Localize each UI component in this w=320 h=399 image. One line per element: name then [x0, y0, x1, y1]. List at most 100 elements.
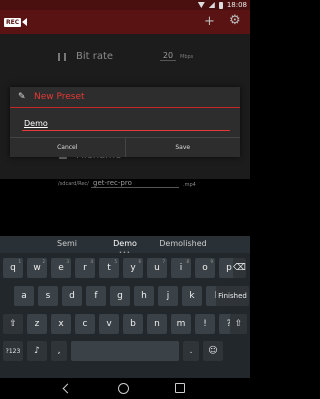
save-button[interactable]: Save: [124, 138, 241, 157]
status-time: 18:08: [226, 1, 247, 9]
path-row: /sdcard/Rec/ get-rec-pro .mp4: [0, 178, 250, 192]
key-label: b: [130, 319, 136, 329]
wifi-icon: [197, 2, 205, 8]
bitrate-unit: Mbps: [180, 54, 194, 60]
space-key[interactable]: [71, 341, 179, 361]
key-label: Finished: [218, 292, 247, 300]
key-s[interactable]: s: [38, 286, 58, 306]
key-label: h: [141, 291, 147, 301]
key-hint: 5: [114, 259, 117, 264]
key-label: ♪: [34, 346, 40, 356]
key-hint: 8: [186, 259, 189, 264]
dialog-buttons: Cancel Save: [10, 137, 240, 157]
shift-key[interactable]: ⇧: [3, 314, 23, 334]
suggestion-item[interactable]: Semi: [47, 239, 87, 248]
key-hint: 2: [42, 259, 45, 264]
key-w[interactable]: w2: [27, 258, 47, 278]
key-label: m: [176, 319, 186, 329]
key-label: ?123: [5, 347, 21, 355]
key-b[interactable]: b: [123, 314, 143, 334]
key-o[interactable]: o9: [195, 258, 215, 278]
key-label: g: [117, 291, 123, 301]
key-f[interactable]: f: [86, 286, 106, 306]
bitrate-label: Bit rate: [76, 51, 114, 62]
home-icon[interactable]: [118, 383, 129, 394]
key-label: .: [189, 346, 193, 356]
key-label: ⇧: [9, 319, 17, 329]
key-i[interactable]: i8: [171, 258, 191, 278]
key-t[interactable]: t5: [99, 258, 119, 278]
key-e[interactable]: e3: [51, 258, 71, 278]
key-k[interactable]: k: [182, 286, 202, 306]
path-prefix: /sdcard/Rec/: [58, 181, 89, 187]
dialog-header: ✎ New Preset: [10, 87, 240, 108]
key-label: p: [226, 263, 232, 273]
bitrate-input[interactable]: 20: [160, 51, 176, 61]
back-icon[interactable]: [62, 383, 73, 394]
key-hint: 1: [18, 259, 21, 264]
key-r[interactable]: r4: [75, 258, 95, 278]
key-hint: 6: [138, 259, 141, 264]
key-h[interactable]: h: [134, 286, 154, 306]
suggestion-dots: •••: [119, 250, 131, 256]
key-c[interactable]: c: [75, 314, 95, 334]
key-m[interactable]: m: [171, 314, 191, 334]
backspace-key[interactable]: ⌫: [233, 258, 246, 278]
soft-keyboard: Semi Demo Demolished ••• q1w2e3r4t5y6u7i…: [0, 236, 250, 378]
camera-icon: [22, 18, 28, 26]
preset-name-input[interactable]: Demo: [22, 118, 230, 131]
comma-key[interactable]: ,: [51, 341, 67, 361]
key-y[interactable]: y6: [123, 258, 143, 278]
key-label: c: [82, 319, 88, 329]
key-z[interactable]: z: [27, 314, 47, 334]
key-label: ,: [57, 346, 61, 356]
battery-icon: [218, 1, 223, 9]
key-label: !: [203, 319, 207, 329]
key-exclamation[interactable]: !: [195, 314, 215, 334]
filename-input[interactable]: get-rec-pro: [91, 179, 179, 188]
status-bar: 18:08: [0, 0, 250, 10]
key-label: d: [69, 291, 75, 301]
preset-name-text: Demo: [24, 119, 48, 128]
key-label: f: [94, 291, 98, 301]
key-q[interactable]: q1: [3, 258, 23, 278]
key-g[interactable]: g: [110, 286, 130, 306]
key-n[interactable]: n: [147, 314, 167, 334]
key-label: e: [58, 263, 64, 273]
key-label: v: [106, 319, 112, 329]
add-icon[interactable]: +: [204, 15, 215, 28]
nav-bar: [0, 378, 250, 399]
key-hint: 9: [210, 259, 213, 264]
key-label: q: [10, 263, 16, 273]
suggestion-item[interactable]: Demo: [105, 239, 145, 248]
emoji-key[interactable]: ☺: [203, 341, 223, 361]
period-key[interactable]: .: [183, 341, 199, 361]
key-label: x: [58, 319, 64, 329]
dialog-title: New Preset: [34, 92, 85, 102]
finished-key[interactable]: Finished: [216, 286, 249, 306]
settings-gear-icon[interactable]: ⚙: [229, 14, 241, 28]
mic-key[interactable]: ♪: [27, 341, 47, 361]
key-label: k: [189, 291, 195, 301]
key-label: o: [202, 263, 208, 273]
key-label: ☺: [208, 346, 218, 356]
key-j[interactable]: j: [158, 286, 178, 306]
key-label: s: [45, 291, 51, 301]
pencil-icon: ✎: [18, 92, 26, 102]
key-x[interactable]: x: [51, 314, 71, 334]
bitrate-row: Bit rate 20 Mbps: [0, 48, 250, 68]
key-label: a: [21, 291, 27, 301]
key-label: r: [83, 263, 87, 273]
key-v[interactable]: v: [99, 314, 119, 334]
key-label: ⇧: [234, 319, 243, 329]
symbols-key[interactable]: ?123: [3, 341, 23, 361]
suggestion-item[interactable]: Demolished: [157, 239, 209, 248]
key-d[interactable]: d: [62, 286, 82, 306]
shift-key-right[interactable]: ⇧: [230, 314, 247, 334]
cancel-button[interactable]: Cancel: [10, 138, 125, 157]
key-u[interactable]: u7: [147, 258, 167, 278]
new-preset-dialog: ✎ New Preset Demo Cancel Save: [10, 87, 240, 157]
recents-icon[interactable]: [175, 383, 185, 393]
key-a[interactable]: a: [14, 286, 34, 306]
app-logo: REC: [4, 15, 30, 29]
